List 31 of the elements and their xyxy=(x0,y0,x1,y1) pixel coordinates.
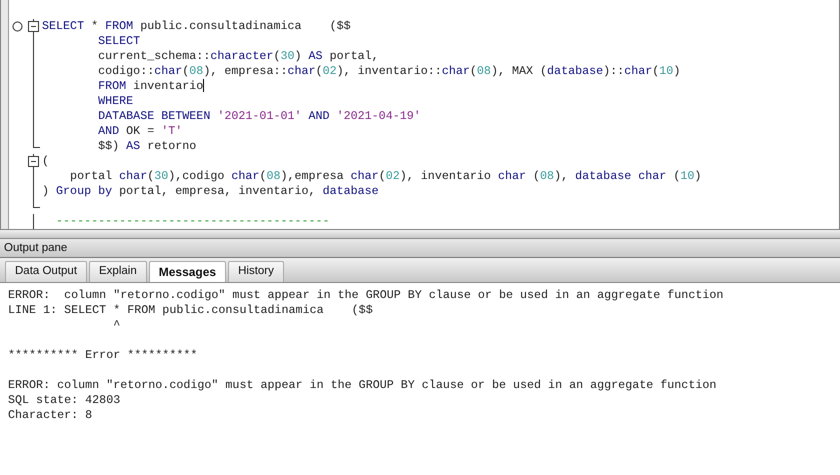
fold-end-mark xyxy=(33,139,40,148)
code-line: portal char(30),codigo char(08),empresa char(02), inventario char (08), database char (10) xyxy=(69,169,702,184)
message-line: SQL state: 42803 xyxy=(8,393,120,407)
code-line: AND OK = 'T' xyxy=(97,124,182,139)
code-line: --------------------------------------- xyxy=(55,214,330,229)
code-line: SELECT * FROM public.consultadinamica ($$ xyxy=(42,19,351,34)
message-line: ERROR: column "retorno.codigo" must appear in the GROUP BY clause or be used in an aggregate function xyxy=(8,288,724,302)
tab[interactable]: Data Output xyxy=(5,261,88,282)
code-line: ) Group by portal, empresa, inventario, database xyxy=(42,184,379,199)
code-line: DATABASE BETWEEN '2021-01-01' AND '2021-04-19' xyxy=(97,109,421,124)
tab[interactable]: Messages xyxy=(148,261,226,282)
splitter-bar[interactable] xyxy=(0,230,840,239)
code-line: codigo::char(08), empresa::char(02), inventario::char(08), MAX (database)::char(10) xyxy=(97,64,680,79)
tab[interactable]: History xyxy=(228,261,284,282)
code-line: FROM inventario xyxy=(97,79,204,94)
fold-end-mark xyxy=(33,199,40,208)
code-line: SELECT xyxy=(97,34,140,49)
pane-title: Output pane xyxy=(0,239,840,258)
tab[interactable]: Explain xyxy=(89,261,147,282)
code-line: WHERE xyxy=(97,94,134,109)
message-line: ^ xyxy=(112,318,120,332)
message-line: ERROR: column "retorno.codigo" must appear in the GROUP BY clause or be used in an aggregate function xyxy=(8,378,716,392)
code-line: ( xyxy=(42,154,50,169)
message-line: LINE 1: SELECT * FROM public.consultadinamica ($$ xyxy=(8,303,373,317)
collapse-icon[interactable] xyxy=(28,21,39,32)
fold-line xyxy=(33,214,34,229)
collapse-icon[interactable] xyxy=(28,156,39,167)
code-line: current_schema::character(30) AS portal, xyxy=(97,49,379,64)
code-line: $$) AS retorno xyxy=(97,139,196,154)
message-line: Character: 8 xyxy=(8,408,92,422)
message-line: ********** Error ********** xyxy=(8,348,198,362)
